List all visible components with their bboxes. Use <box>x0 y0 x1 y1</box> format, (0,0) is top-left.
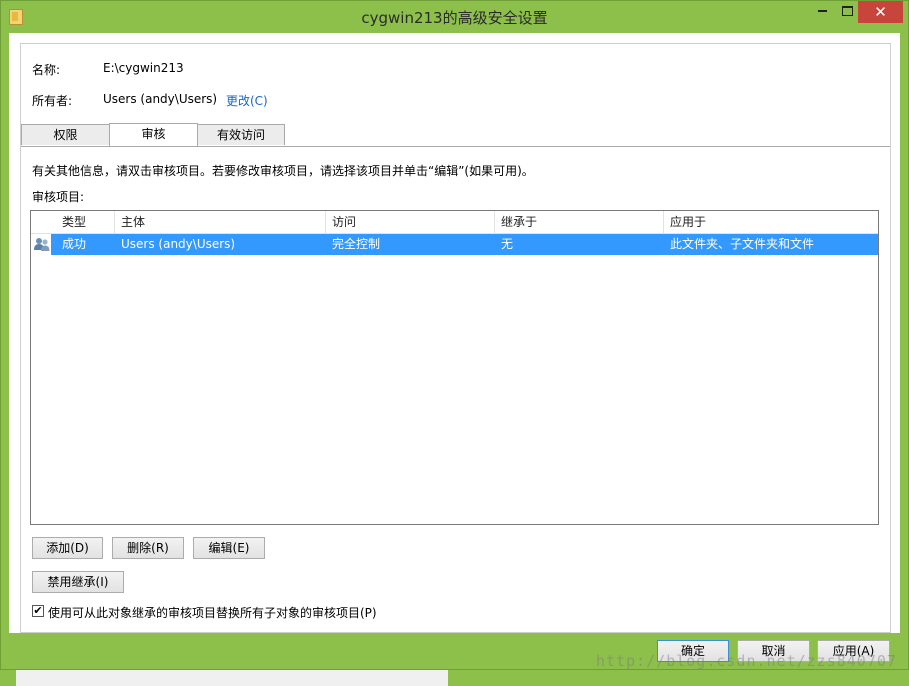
column-header-inherited-from[interactable]: 继承于 <box>495 211 664 233</box>
window-title: cygwin213的高级安全设置 <box>361 9 548 27</box>
settings-panel: 名称: E:\cygwin213 所有者: Users (andy\Users)… <box>20 43 891 633</box>
table-row[interactable]: 成功 Users (andy\Users) 完全控制 无 此文件夹、子文件夹和文… <box>51 234 878 255</box>
column-header-type[interactable]: 类型 <box>56 211 115 233</box>
maximize-button[interactable] <box>836 1 858 23</box>
background-window-edge <box>16 670 448 686</box>
change-owner-link[interactable]: 更改(C) <box>226 92 268 109</box>
watermark-text: http://blog.csdn.net/zzs840707 <box>596 652 897 670</box>
minimize-icon <box>818 9 827 12</box>
tab-permissions[interactable]: 权限 <box>21 124 110 145</box>
name-value: E:\cygwin213 <box>103 61 184 75</box>
add-button[interactable]: 添加(D) <box>32 537 103 559</box>
list-header: 类型 主体 访问 继承于 应用于 <box>31 211 878 234</box>
cell-inherited-from: 无 <box>501 237 514 251</box>
dialog-window: cygwin213的高级安全设置 ✕ 名称: E:\cygwin213 所有者:… <box>0 0 909 670</box>
column-header-principal[interactable]: 主体 <box>115 211 326 233</box>
name-label: 名称: <box>32 63 61 77</box>
replace-child-entries-label: 使用可从此对象继承的审核项目替换所有子对象的审核项目(P) <box>48 606 377 620</box>
minimize-button[interactable] <box>809 1 836 23</box>
remove-button[interactable]: 删除(R) <box>112 537 184 559</box>
owner-label: 所有者: <box>32 94 73 108</box>
replace-child-entries-checkbox[interactable]: ✔ <box>32 605 44 617</box>
cell-access: 完全控制 <box>332 237 381 251</box>
disable-inheritance-button[interactable]: 禁用继承(I) <box>32 571 124 593</box>
edit-button[interactable]: 编辑(E) <box>193 537 265 559</box>
description-text: 有关其他信息，请双击审核项目。若要修改审核项目，请选择该项目并单击“编辑”(如果… <box>32 164 534 178</box>
tab-effective-access[interactable]: 有效访问 <box>197 124 285 145</box>
column-header-applies-to[interactable]: 应用于 <box>664 211 878 233</box>
cell-applies-to: 此文件夹、子文件夹和文件 <box>670 237 815 251</box>
maximize-icon <box>841 5 853 16</box>
cell-type: 成功 <box>62 237 87 251</box>
owner-value: Users (andy\Users) <box>103 92 218 106</box>
close-button[interactable]: ✕ <box>858 1 903 23</box>
audit-entries-label: 审核项目: <box>32 190 85 204</box>
tab-auditing[interactable]: 审核 <box>109 123 198 146</box>
cell-principal: Users (andy\Users) <box>121 237 236 251</box>
users-icon <box>34 238 50 251</box>
title-bar[interactable]: cygwin213的高级安全设置 ✕ <box>1 1 908 33</box>
tab-strip: 权限 审核 有效访问 <box>21 123 890 147</box>
audit-entries-list[interactable]: 类型 主体 访问 继承于 应用于 成功 Users (andy\Users) 完… <box>30 210 879 525</box>
dialog-content: 名称: E:\cygwin213 所有者: Users (andy\Users)… <box>9 33 900 633</box>
column-header-access[interactable]: 访问 <box>326 211 495 233</box>
